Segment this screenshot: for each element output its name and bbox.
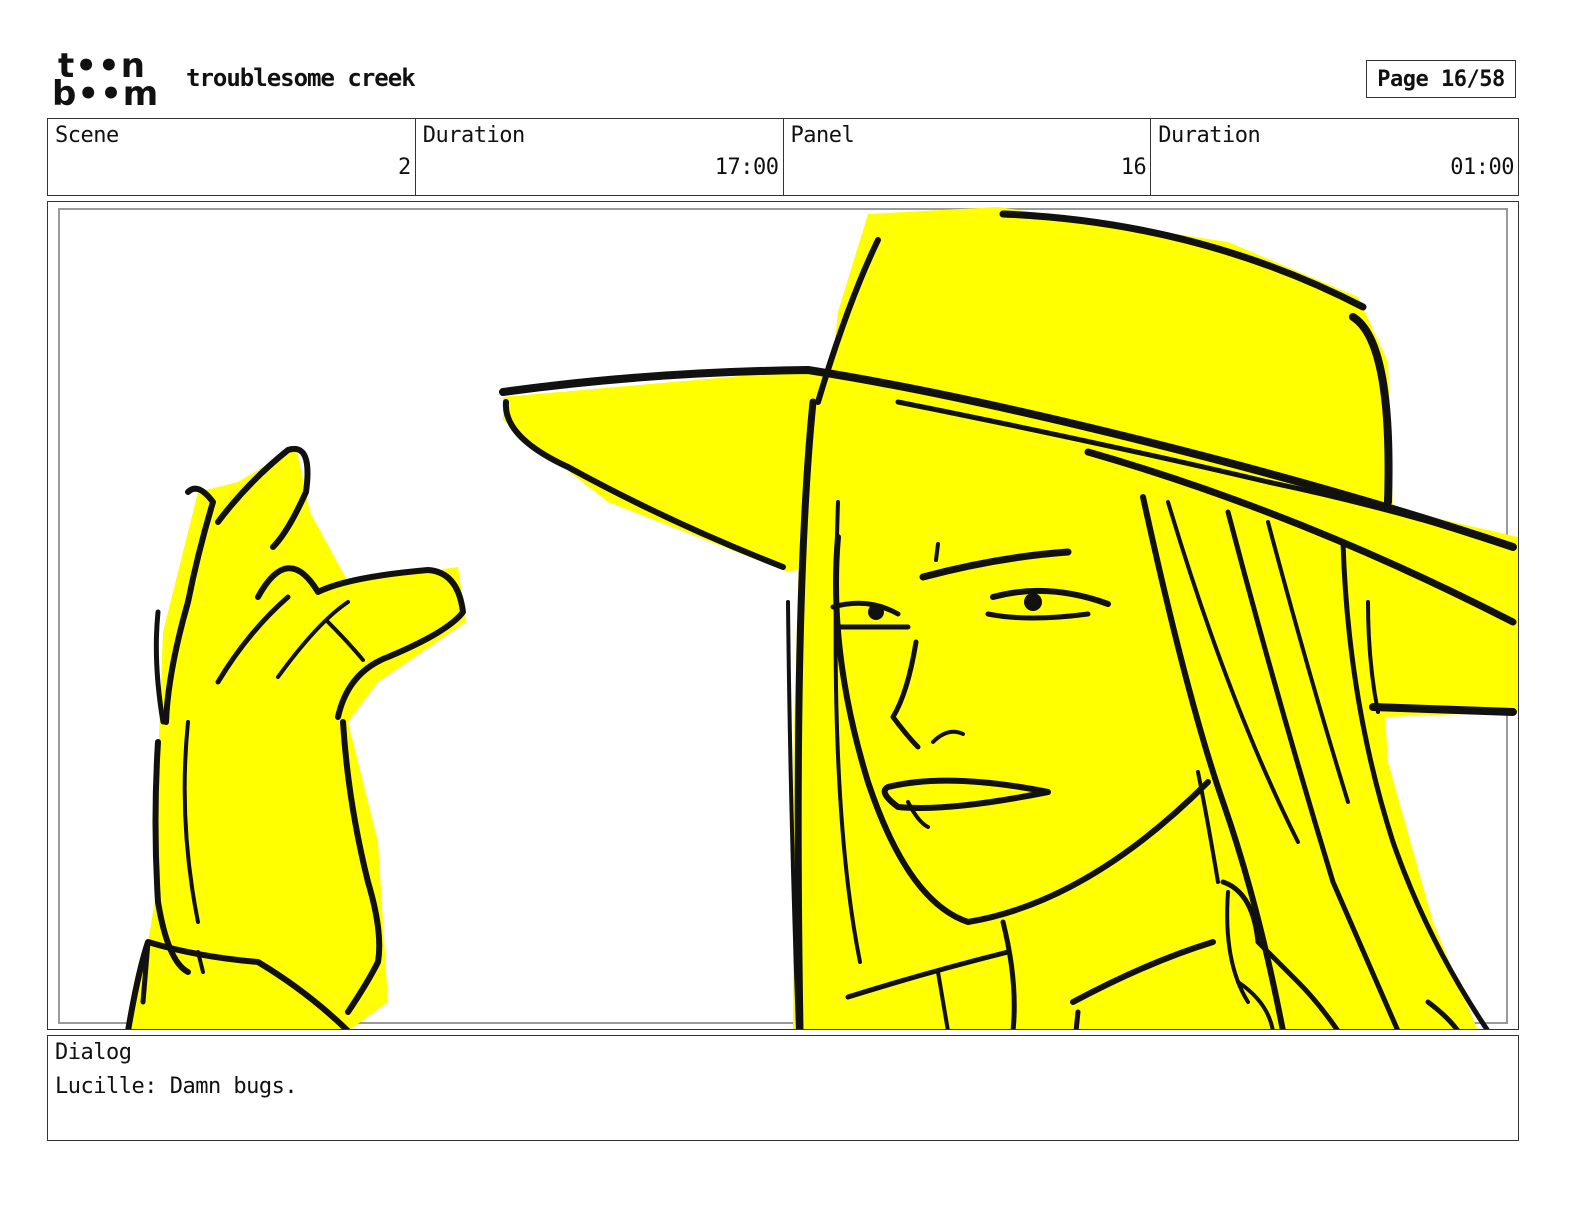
dialog-box: Dialog Lucille: Damn bugs. <box>47 1035 1519 1141</box>
project-title: troublesome creek <box>186 64 416 92</box>
scene-duration-label: Duration <box>422 123 525 148</box>
page-indicator: Page 16/58 <box>1366 60 1516 98</box>
storyboard-panel <box>47 201 1519 1030</box>
panel-label: Panel <box>790 123 855 148</box>
scene-cell: Scene 2 <box>48 119 416 195</box>
panel-value: 16 <box>1120 155 1147 180</box>
panel-duration-value: 01:00 <box>1450 155 1514 180</box>
panel-cell: Panel 16 <box>784 119 1152 195</box>
scene-duration-value: 17:00 <box>714 155 779 180</box>
scene-value: 2 <box>398 155 411 180</box>
dialog-label: Dialog <box>55 1040 132 1065</box>
sketch-fills <box>128 207 1518 1029</box>
toon-boom-logo: t••n b••m <box>52 49 164 114</box>
page-label: Page 16/58 <box>1377 66 1505 92</box>
storyboard-sketch <box>58 207 1518 1029</box>
dialog-text: Lucille: Damn bugs. <box>55 1074 298 1099</box>
panel-duration-label: Duration <box>1158 123 1261 148</box>
logo-line-2: b••m <box>52 74 160 114</box>
scene-label: Scene <box>55 123 119 148</box>
scene-duration-cell: Duration 17:00 <box>416 119 784 195</box>
panel-duration-cell: Duration 01:00 <box>1151 119 1518 195</box>
panel-info-row: Scene 2 Duration 17:00 Panel 16 Duration… <box>47 118 1519 196</box>
